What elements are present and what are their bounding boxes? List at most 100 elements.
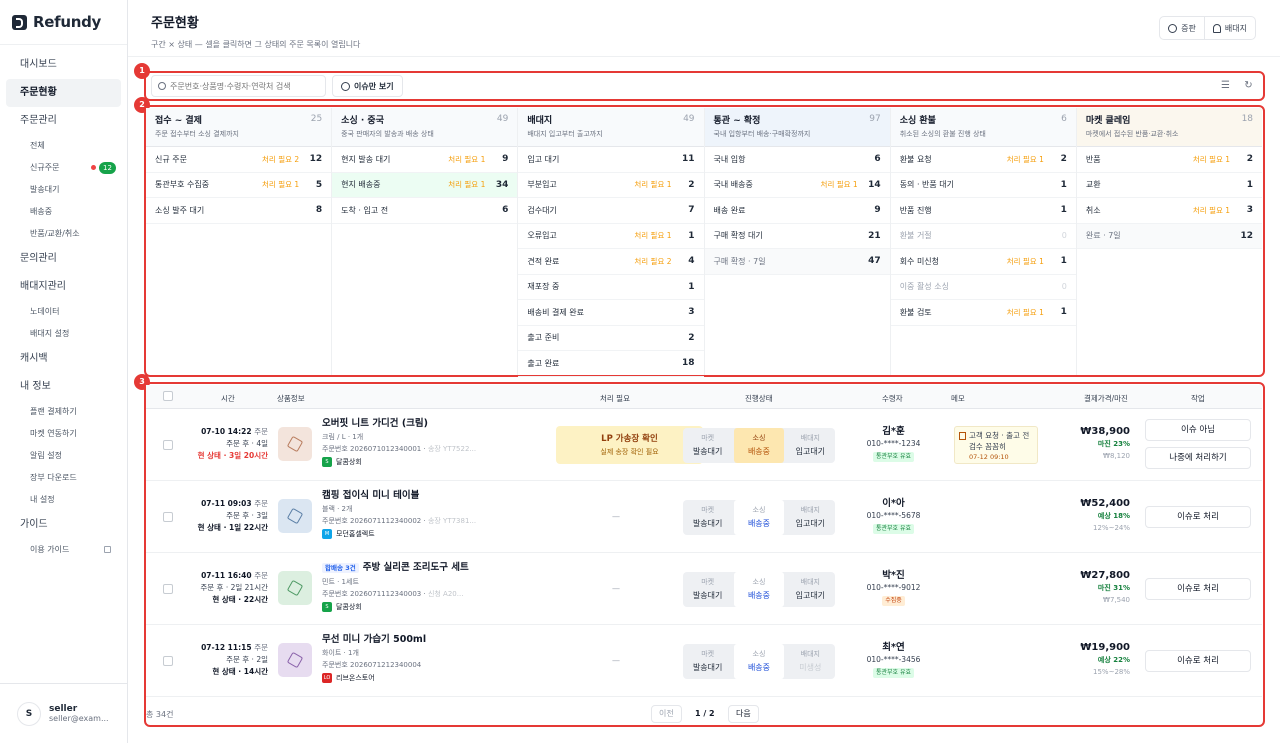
status-cell[interactable]: 출고 준비 2 (518, 326, 704, 351)
status-cell[interactable]: 교환 1 (1076, 173, 1263, 198)
sidebar-item[interactable]: 배대지 설정 (0, 323, 127, 345)
sliders-icon[interactable]: ☰ (1220, 80, 1231, 91)
progress-stage[interactable]: 소싱 배송중 (734, 644, 784, 679)
primary-action-button[interactable]: 이슈로 처리 (1145, 578, 1251, 600)
progress-stage[interactable]: 소싱 배송중 (734, 428, 784, 463)
status-cell[interactable]: 구매 확정 · 7일 47 (704, 249, 890, 275)
status-cell[interactable]: 부분입고 처리 필요 1 2 (518, 173, 704, 198)
status-cell[interactable]: 국내 배송중 처리 필요 1 14 (704, 173, 890, 198)
sidebar-item[interactable]: 배송중 (0, 201, 127, 223)
progress-stage[interactable]: 배대지 입고대기 (786, 428, 835, 463)
feedback-button[interactable]: 증판 (1160, 17, 1204, 39)
secondary-action-button[interactable]: 나중에 처리하기 (1145, 447, 1251, 469)
table-row[interactable]: 07-11 09:03 주문 주문 후 · 3일 현 상태 · 1일 22시간 캠핑 … (146, 481, 1262, 553)
next-page-button[interactable]: 다음 (728, 705, 759, 723)
sidebar-item[interactable]: 장부 다운로드 (0, 467, 127, 489)
status-cell[interactable]: 출고 완료 18 (518, 351, 704, 377)
issue-only-button[interactable]: 이슈만 보기 (332, 75, 403, 97)
status-cell[interactable]: 견적 완료 처리 필요 2 4 (518, 249, 704, 275)
product-name[interactable]: 합배송 3건 주방 실리콘 조리도구 세트 (322, 561, 502, 575)
refresh-icon[interactable]: ↻ (1243, 80, 1254, 91)
status-cell[interactable]: 배송 완료 9 (704, 198, 890, 224)
product-name[interactable]: 무선 미니 가습기 500ml (322, 633, 502, 646)
status-cell[interactable]: 이중 활성 소싱 0 (890, 275, 1076, 300)
status-cell[interactable]: 반품 진행 1 (890, 198, 1076, 224)
stage-column-header[interactable]: 배대지 배대지 입고부터 출고까지 49 (518, 108, 704, 147)
row-checkbox[interactable] (163, 656, 173, 666)
sidebar-item[interactable]: 발송대기 (0, 179, 127, 201)
needs-action-card[interactable]: LP 가송장 확인 실제 송장 확인 필요 (556, 426, 703, 464)
status-cell[interactable]: 취소 처리 필요 1 3 (1076, 198, 1263, 224)
progress-stage[interactable]: 마켓 발송대기 (683, 644, 732, 679)
user-profile[interactable]: S seller seller@exam... (0, 683, 127, 743)
sidebar-item[interactable]: 주문관리 (6, 107, 121, 135)
sidebar-item[interactable]: 신규주문 12 (0, 157, 127, 179)
status-cell[interactable]: 재포장 중 1 (518, 275, 704, 300)
product-name[interactable]: 캠핑 접이식 미니 테이블 (322, 489, 502, 502)
sidebar-item[interactable]: 전체 (0, 135, 127, 157)
status-cell[interactable]: 환불 거절 0 (890, 224, 1076, 249)
sidebar-item[interactable]: 가이드 (6, 511, 121, 539)
sidebar-item[interactable]: 반품/교환/취소 (0, 223, 127, 245)
progress-stage[interactable]: 배대지 입고대기 (786, 572, 835, 607)
prev-page-button[interactable]: 이전 (651, 705, 682, 723)
sidebar-item[interactable]: 플랜 결제하기 (0, 401, 127, 423)
sidebar-item[interactable]: 주문현황 (6, 79, 121, 107)
status-cell[interactable]: 현지 발송 대기 처리 필요 1 9 (332, 147, 518, 173)
status-cell[interactable]: 오류입고 처리 필요 1 1 (518, 224, 704, 249)
status-cell[interactable]: 소싱 발주 대기 8 (146, 198, 332, 224)
product-name[interactable]: 오버핏 니트 가디건 (크림) (322, 417, 502, 430)
sidebar-item[interactable]: 내 설정 (0, 489, 127, 511)
status-cell[interactable]: 완료 · 7일 12 (1076, 223, 1263, 249)
status-cell[interactable]: 회수 미신청 처리 필요 1 1 (890, 249, 1076, 275)
sidebar-item[interactable]: 내 정보 (6, 373, 121, 401)
row-checkbox[interactable] (163, 584, 173, 594)
status-cell[interactable]: 동의 · 반품 대기 1 (890, 173, 1076, 198)
primary-action-button[interactable]: 이슈 아님 (1145, 419, 1251, 441)
primary-action-button[interactable]: 이슈로 처리 (1145, 650, 1251, 672)
table-row[interactable]: 07-11 16:40 주문 주문 후 · 2일 21시간 현 상태 · 22시간 합… (146, 553, 1262, 625)
progress-stage[interactable]: 마켓 발송대기 (683, 500, 732, 535)
status-cell[interactable]: 환불 검토 처리 필요 1 1 (890, 300, 1076, 326)
sidebar-item[interactable]: 배대지관리 (6, 273, 121, 301)
progress-stage[interactable]: 배대지 입고대기 (786, 500, 835, 535)
status-cell[interactable]: 신규 주문 처리 필요 2 12 (146, 147, 332, 173)
stage-column-header[interactable]: 소싱 환불 취소된 소싱의 환불 진행 상태 6 (890, 108, 1076, 147)
progress-stage[interactable]: 마켓 발송대기 (683, 572, 732, 607)
memo-note[interactable]: 고객 요청 · 출고 전 검수 꼼꼼히 07-12 09:10 (954, 426, 1038, 464)
sidebar-item[interactable]: 이용 가이드 (0, 539, 127, 561)
sidebar-item[interactable]: 문의관리 (6, 245, 121, 273)
stage-column-header[interactable]: 접수 ~ 결제 주문 접수부터 소싱 결제까지 25 (146, 108, 332, 147)
row-checkbox[interactable] (163, 512, 173, 522)
progress-stage[interactable]: 소싱 배송중 (734, 572, 784, 607)
status-cell[interactable]: 환불 요청 처리 필요 1 2 (890, 147, 1076, 173)
status-cell[interactable]: 국내 입항 6 (704, 147, 890, 173)
status-cell[interactable]: 현지 배송중 처리 필요 1 34 (332, 172, 518, 198)
status-cell[interactable]: 입고 대기 11 (518, 147, 704, 173)
row-checkbox[interactable] (163, 440, 173, 450)
select-all-checkbox[interactable] (163, 391, 173, 401)
status-cell[interactable]: 검수대기 7 (518, 198, 704, 224)
status-cell[interactable]: 반품 처리 필요 1 2 (1076, 147, 1263, 173)
brand-logo[interactable]: Refundy (0, 0, 127, 44)
progress-stage[interactable]: 마켓 발송대기 (683, 428, 732, 463)
stage-column-header[interactable]: 통관 ~ 확정 국내 입항부터 배송·구매확정까지 97 (704, 108, 890, 147)
progress-stage[interactable]: 소싱 배송중 (734, 500, 784, 535)
progress-stage[interactable]: 배대지 미생성 (786, 644, 835, 679)
sidebar-item[interactable]: 대시보드 (6, 51, 121, 79)
sidebar-item[interactable]: 마켓 연동하기 (0, 423, 127, 445)
search-input[interactable] (170, 81, 320, 91)
status-cell[interactable]: 통관부호 수집중 처리 필요 1 5 (146, 173, 332, 198)
table-row[interactable]: 07-12 11:15 주문 주문 후 · 2일 현 상태 · 14시간 무선 미니 … (146, 625, 1262, 697)
primary-action-button[interactable]: 이슈로 처리 (1145, 506, 1251, 528)
table-row[interactable]: 07-10 14:22 주문 주문 후 · 4일 현 상태 · 3일 20시간 오버핏… (146, 409, 1262, 481)
sidebar-item[interactable]: 노데이터 (0, 301, 127, 323)
status-cell[interactable]: 배송비 결제 완료 3 (518, 300, 704, 326)
sidebar-item[interactable]: 캐시백 (6, 345, 121, 373)
sidebar-item[interactable]: 알림 설정 (0, 445, 127, 467)
stage-column-header[interactable]: 마켓 클레임 마켓에서 접수된 반품·교환·취소 18 (1076, 108, 1263, 147)
notice-button[interactable]: 배대지 (1203, 17, 1255, 39)
status-cell[interactable]: 구매 확정 대기 21 (704, 224, 890, 249)
stage-column-header[interactable]: 소싱 · 중국 중국 판매자의 발송과 배송 상태 49 (332, 108, 518, 147)
status-cell[interactable]: 도착 · 입고 전 6 (332, 198, 518, 224)
